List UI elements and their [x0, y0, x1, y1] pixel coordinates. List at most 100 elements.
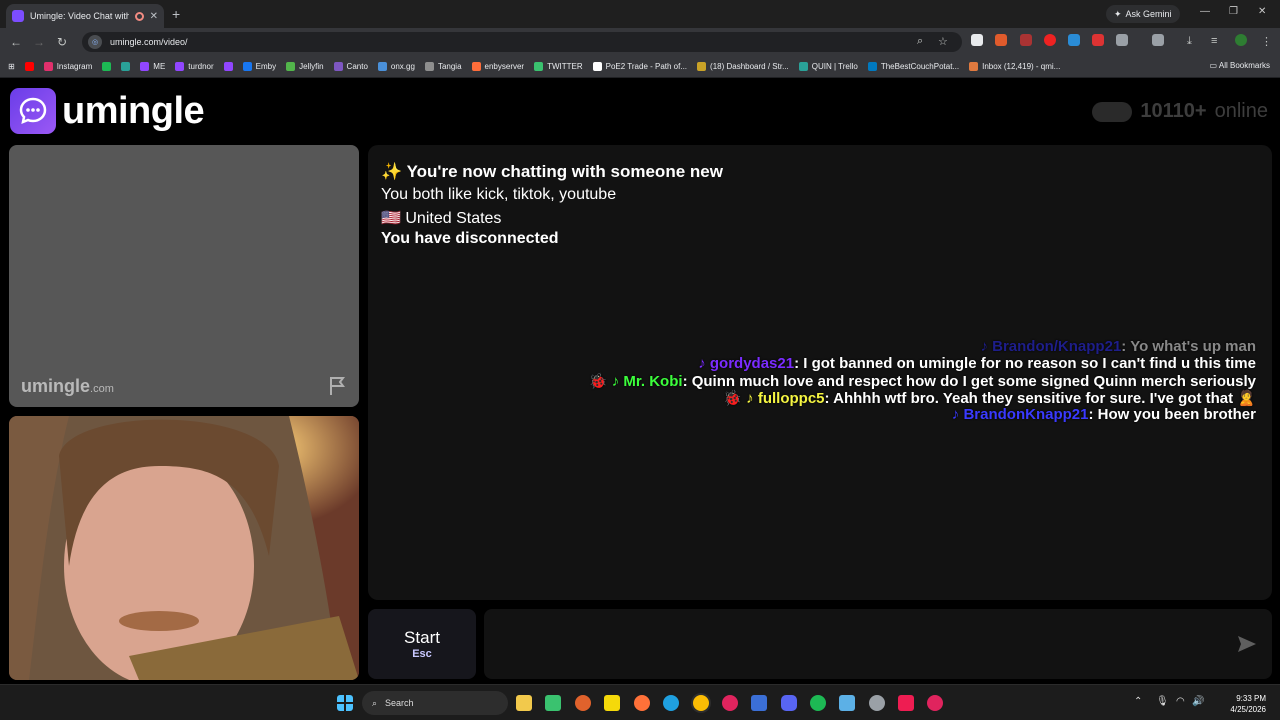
tiktok-icon[interactable] — [898, 695, 914, 711]
spotify-icon[interactable] — [810, 695, 826, 711]
bookmark-item[interactable]: PoE2 Trade - Path of... — [592, 62, 687, 71]
start-button[interactable]: Start Esc — [368, 609, 476, 679]
extension-record-icon[interactable] — [1044, 34, 1056, 46]
extension-fox-icon[interactable] — [995, 34, 1007, 46]
search-icon: ⌕ — [372, 697, 378, 708]
watermark-text: umingle — [21, 376, 91, 396]
file-explorer-icon[interactable] — [516, 695, 532, 711]
ask-gemini-button[interactable]: ✦ Ask Gemini — [1106, 5, 1180, 23]
online-counter: 10110+ online — [1092, 100, 1268, 123]
site-info-icon[interactable]: ◎ — [88, 35, 102, 49]
menu-dots-icon[interactable]: ⋮ — [1261, 35, 1272, 48]
back-arrow-icon[interactable]: ← — [10, 35, 22, 49]
bookmark-star-icon[interactable]: ☆ — [938, 35, 948, 48]
extension-red-icon[interactable] — [1020, 34, 1032, 46]
volume-icon[interactable]: 🔊 — [1192, 696, 1204, 707]
bookmark-item[interactable]: TWITTER — [534, 62, 583, 71]
bookmark-label: QUIN | Trello — [811, 62, 858, 71]
extensions-puzzle-icon[interactable] — [1116, 34, 1128, 46]
close-tab-icon[interactable]: ✕ — [150, 11, 158, 22]
taskbar-search[interactable]: ⌕ Search — [362, 691, 508, 715]
bookmark-label: turdnor — [188, 62, 214, 71]
bookmark-item[interactable] — [102, 62, 112, 71]
tab-search-icon[interactable] — [1152, 34, 1164, 46]
bookmark-favicon-icon — [333, 62, 343, 71]
bookmark-label: Tangia — [437, 62, 462, 71]
all-bookmarks-button[interactable]: ▭ All Bookmarks — [1210, 61, 1270, 70]
download-icon[interactable]: ⤓ — [1187, 35, 1192, 48]
sticky-notes-icon[interactable] — [604, 695, 620, 711]
umingle-logo[interactable]: umingle — [10, 88, 205, 134]
bookmark-favicon-icon — [867, 62, 877, 71]
overlay-username: ♪ gordydas21 — [698, 355, 795, 372]
overlay-message-text: : Yo what's up man — [1121, 338, 1256, 355]
profile-avatar[interactable] — [1235, 34, 1247, 46]
app-red-icon[interactable] — [722, 695, 738, 711]
bookmark-item[interactable]: QUIN | Trello — [798, 62, 858, 71]
notepad-icon[interactable] — [839, 695, 855, 711]
bookmark-item[interactable]: Emby — [242, 62, 276, 71]
firefox-icon[interactable] — [634, 695, 650, 711]
reload-icon[interactable]: ↻ — [57, 35, 67, 49]
bookmark-label: onx.gg — [390, 62, 415, 71]
bookmark-favicon-icon — [242, 62, 252, 71]
app-orange-icon[interactable] — [575, 695, 591, 711]
taskbar-clock[interactable]: 9:33 PM 4/25/2026 — [1230, 693, 1266, 715]
media-icon[interactable]: ≡ — [1211, 35, 1217, 47]
microphone-icon[interactable]: 🎙 — [1156, 696, 1169, 707]
bookmark-item[interactable]: Canto — [333, 62, 368, 71]
bookmark-item[interactable]: Instagram — [43, 62, 92, 71]
minimize-icon[interactable]: — — [1200, 6, 1210, 17]
report-flag-icon[interactable] — [327, 375, 349, 397]
zoom-icon[interactable]: ⌕ — [917, 35, 923, 48]
bookmark-favicon-icon — [102, 62, 112, 71]
extension-rose-icon[interactable] — [1092, 34, 1104, 46]
app-cc-icon[interactable] — [927, 695, 943, 711]
bookmark-item[interactable]: ME — [140, 62, 165, 71]
chat-controls: Start Esc — [368, 609, 1272, 679]
extension-blue-icon[interactable] — [1068, 34, 1080, 46]
bookmark-item[interactable] — [121, 62, 131, 71]
apps-grid-icon[interactable]: ⊞ — [8, 62, 15, 71]
forward-arrow-icon[interactable]: → — [33, 35, 45, 49]
bookmark-item[interactable] — [223, 62, 233, 71]
bookmark-item[interactable] — [24, 62, 34, 71]
recording-indicator-icon — [134, 11, 144, 21]
bookmark-favicon-icon — [24, 62, 34, 71]
edge-icon[interactable] — [663, 695, 679, 711]
bookmark-item[interactable]: enbyserver — [471, 62, 524, 71]
bookmark-item[interactable]: (18) Dashboard / Str... — [697, 62, 789, 71]
maximize-icon[interactable]: ❐ — [1229, 6, 1238, 17]
browser-tab[interactable]: Umingle: Video Chat with S ✕ — [6, 4, 164, 28]
bookmark-favicon-icon — [969, 62, 979, 71]
windows-start-icon[interactable] — [337, 695, 353, 711]
bookmark-item[interactable]: Tangia — [424, 62, 462, 71]
send-icon[interactable] — [1236, 633, 1258, 655]
bookmark-favicon-icon — [471, 62, 481, 71]
new-tab-button[interactable]: + — [172, 6, 180, 22]
bookmark-favicon-icon — [534, 62, 544, 71]
media-player-icon[interactable] — [545, 695, 561, 711]
chrome-icon[interactable] — [693, 695, 709, 711]
overlay-chat-message: ♪ Brandon/Knapp21: Yo what's up man — [980, 338, 1256, 355]
bookmark-item[interactable]: turdnor — [175, 62, 214, 71]
bookmark-item[interactable]: Inbox (12,419) - qmi... — [969, 62, 1060, 71]
wifi-icon[interactable]: ◠ — [1176, 696, 1185, 707]
close-window-icon[interactable]: ✕ — [1258, 6, 1266, 17]
extension-k-icon[interactable] — [971, 34, 983, 46]
discord-icon[interactable] — [781, 695, 797, 711]
online-toggle[interactable] — [1092, 101, 1133, 122]
app-blue-icon[interactable] — [751, 695, 767, 711]
online-label: online — [1214, 100, 1268, 122]
bookmark-favicon-icon — [140, 62, 150, 71]
gemini-icon: ✦ — [1114, 8, 1122, 19]
obs-icon[interactable] — [869, 695, 885, 711]
bookmark-item[interactable]: TheBestCouchPotat... — [867, 62, 959, 71]
bookmark-item[interactable]: Jellyfin — [286, 62, 324, 71]
address-bar[interactable]: ◎ umingle.com/video/ — [82, 32, 962, 52]
overlay-username: 🐞 ♪ Mr. Kobi — [588, 373, 683, 390]
tray-overflow-icon[interactable]: ⌃ — [1134, 696, 1142, 707]
bookmark-item[interactable]: onx.gg — [377, 62, 415, 71]
country-message: 🇺🇸 United States — [381, 208, 501, 228]
message-input[interactable] — [484, 609, 1272, 679]
